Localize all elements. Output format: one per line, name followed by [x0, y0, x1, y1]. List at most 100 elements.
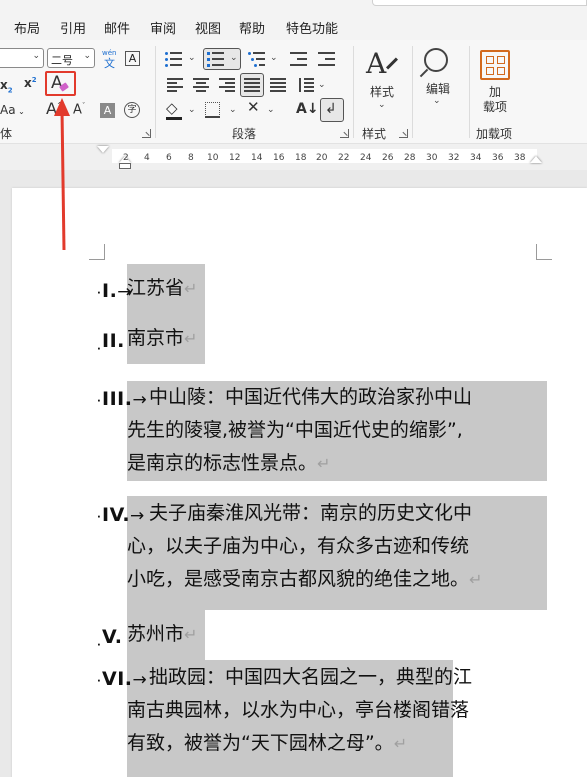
superscript-button[interactable]: x2 — [24, 77, 37, 90]
tab-layout[interactable]: 布局 — [14, 18, 40, 37]
ruler-tick: 2 — [123, 153, 129, 163]
shrink-font-button[interactable]: Aˇ — [73, 103, 85, 117]
list-item-text[interactable]: 拙政园：中国四大名园之一，典型的江 — [149, 661, 472, 695]
edit-button-label[interactable]: 编辑 — [426, 83, 450, 95]
search-icon-handle — [419, 68, 429, 78]
styles-dialog-launcher[interactable] — [399, 129, 408, 138]
font-dialog-launcher[interactable] — [142, 129, 151, 138]
align-center-icon[interactable] — [193, 78, 209, 92]
multilevel-list-icon[interactable] — [248, 52, 266, 67]
tab-mailings[interactable]: 邮件 — [104, 18, 130, 37]
styles-icon[interactable]: A — [366, 50, 386, 78]
grow-font-button[interactable]: A^ — [46, 101, 63, 117]
paragraph-mark-icon: ↲ — [325, 101, 337, 117]
list-item-text[interactable]: 中山陵：中国近代伟大的政治家孙中山 — [149, 381, 472, 415]
ruler-tick: 16 — [273, 153, 285, 163]
justify-icon — [244, 78, 260, 92]
tab-special-features[interactable]: 特色功能 — [286, 18, 338, 37]
list-item-text[interactable]: 苏州市↵ — [127, 618, 197, 652]
styles-button-label[interactable]: 样式 — [370, 86, 394, 98]
subscript-button[interactable]: x2 — [0, 79, 13, 94]
change-case-button[interactable]: Aa ⌄ — [0, 104, 25, 116]
addins-label-1[interactable]: 加 — [489, 86, 501, 98]
document-canvas[interactable]: · I.→ 江苏省↵ · II. 南京市↵ · III.→ 中山陵：中国近代伟大的政治… — [0, 170, 587, 777]
font-size-value: 二号 — [51, 54, 73, 67]
list-marker: · II. — [97, 330, 125, 355]
list-item-text[interactable]: 先生的陵寝,被誉为“中国近代史的缩影”, — [127, 414, 463, 448]
phonetic-guide-top: wén — [102, 49, 117, 57]
align-left-icon[interactable] — [167, 78, 183, 92]
chevron-down-icon[interactable]: ⌄ — [267, 105, 275, 115]
ribbon: ⌄ 二号 ⌄ wén 文 A x2 x2 A Aa ⌄ A^ Aˇ A 字 体 ⌄… — [0, 40, 587, 144]
bullets-icon[interactable] — [165, 52, 183, 67]
decrease-indent-icon[interactable] — [290, 52, 308, 66]
tab-view[interactable]: 视图 — [195, 18, 221, 37]
chevron-down-icon[interactable]: ⌄ — [433, 96, 441, 106]
ruler-tick: 12 — [229, 153, 241, 163]
shading-icon[interactable]: ◇ — [166, 101, 178, 116]
list-item-text[interactable]: 南古典园林，以水为中心，亭台楼阁错落 — [127, 694, 469, 728]
borders-icon[interactable] — [205, 102, 220, 117]
font-name-dropdown[interactable]: ⌄ — [0, 48, 44, 68]
paragraph-dialog-launcher[interactable] — [340, 129, 349, 138]
left-indent-marker[interactable] — [119, 163, 131, 169]
chevron-down-icon[interactable]: ⌄ — [188, 53, 196, 63]
list-item-text[interactable]: 夫子庙秦淮风光带：南京的历史文化中 — [149, 497, 472, 531]
chevron-down-icon[interactable]: ⌄ — [378, 100, 386, 110]
list-item-text[interactable]: 心，以夫子庙为中心，有众多古迹和传统 — [127, 530, 469, 564]
char-shading-button[interactable]: A — [100, 103, 115, 118]
styles-group-label: 样式 — [362, 127, 387, 141]
ruler-tick: 20 — [316, 153, 328, 163]
first-line-indent-marker[interactable] — [97, 146, 109, 153]
font-size-dropdown[interactable]: 二号 ⌄ — [47, 48, 95, 68]
chevron-down-icon[interactable]: ⌄ — [229, 105, 237, 115]
enclose-char-button[interactable]: 字 — [124, 102, 140, 118]
horizontal-ruler[interactable]: 2 4 6 8 10 12 14 16 18 20 22 24 26 28 30… — [0, 144, 587, 170]
list-item-text[interactable]: 江苏省↵ — [127, 272, 197, 306]
line-spacing-icon[interactable] — [298, 78, 314, 92]
char-border-icon[interactable]: A — [125, 51, 140, 66]
addins-label-2[interactable]: 载项 — [483, 101, 507, 113]
chevron-down-icon: ⌄ — [83, 51, 91, 61]
ruler-tick: 10 — [207, 153, 219, 163]
increase-indent-icon[interactable] — [318, 52, 336, 66]
distributed-icon[interactable] — [270, 78, 286, 92]
ruler-tick: 26 — [382, 153, 394, 163]
chevron-down-icon[interactable]: ⌄ — [188, 105, 196, 115]
ribbon-tab-bar: 布局 引用 邮件 审阅 视图 帮助 特色功能 — [0, 0, 587, 40]
ruler-tick: 8 — [188, 153, 194, 163]
chinese-layout-icon[interactable]: ✕ — [247, 100, 260, 115]
numbering-icon — [207, 52, 225, 67]
title-search-box[interactable] — [372, 0, 587, 6]
group-separator — [155, 46, 156, 138]
chevron-down-icon[interactable]: ⌄ — [270, 53, 278, 63]
chevron-down-icon[interactable]: ⌄ — [318, 80, 326, 90]
ruler-tick: 24 — [360, 153, 372, 163]
list-marker: · V. — [97, 626, 123, 651]
tab-review[interactable]: 审阅 — [150, 18, 176, 37]
sort-icon[interactable]: A↓ — [296, 102, 319, 116]
list-item-text[interactable]: 是南京的标志性景点。↵ — [127, 447, 330, 481]
tab-references[interactable]: 引用 — [60, 18, 86, 37]
ruler-tick: 30 — [426, 153, 438, 163]
phonetic-guide-icon[interactable]: 文 — [104, 58, 115, 69]
list-marker: · VI.→ — [97, 668, 148, 690]
highlight-box-clear-format — [45, 71, 76, 96]
ruler-tick: 28 — [404, 153, 416, 163]
list-item-text[interactable]: 有致，被誉为“天下园林之母”。↵ — [127, 727, 407, 761]
margin-corner-top-left — [89, 244, 105, 260]
ruler-tick: 34 — [470, 153, 482, 163]
align-right-icon[interactable] — [219, 78, 235, 92]
right-indent-marker[interactable] — [530, 156, 542, 163]
list-marker: · IV.→ — [97, 504, 145, 526]
search-icon[interactable] — [424, 48, 448, 72]
document-page[interactable]: · I.→ 江苏省↵ · II. 南京市↵ · III.→ 中山陵：中国近代伟大的政治… — [12, 188, 587, 777]
tab-help[interactable]: 帮助 — [239, 18, 265, 37]
list-item-text[interactable]: 小吃，是感受南京古都风貌的绝佳之地。↵ — [127, 563, 482, 597]
ruler-tick: 22 — [338, 153, 350, 163]
list-item-text[interactable]: 南京市↵ — [127, 322, 197, 356]
chevron-down-icon: ⌄ — [230, 53, 238, 63]
paragraph-group-label: 段落 — [232, 127, 257, 141]
addins-icon[interactable] — [480, 50, 510, 80]
ruler-tick: 6 — [166, 153, 172, 163]
